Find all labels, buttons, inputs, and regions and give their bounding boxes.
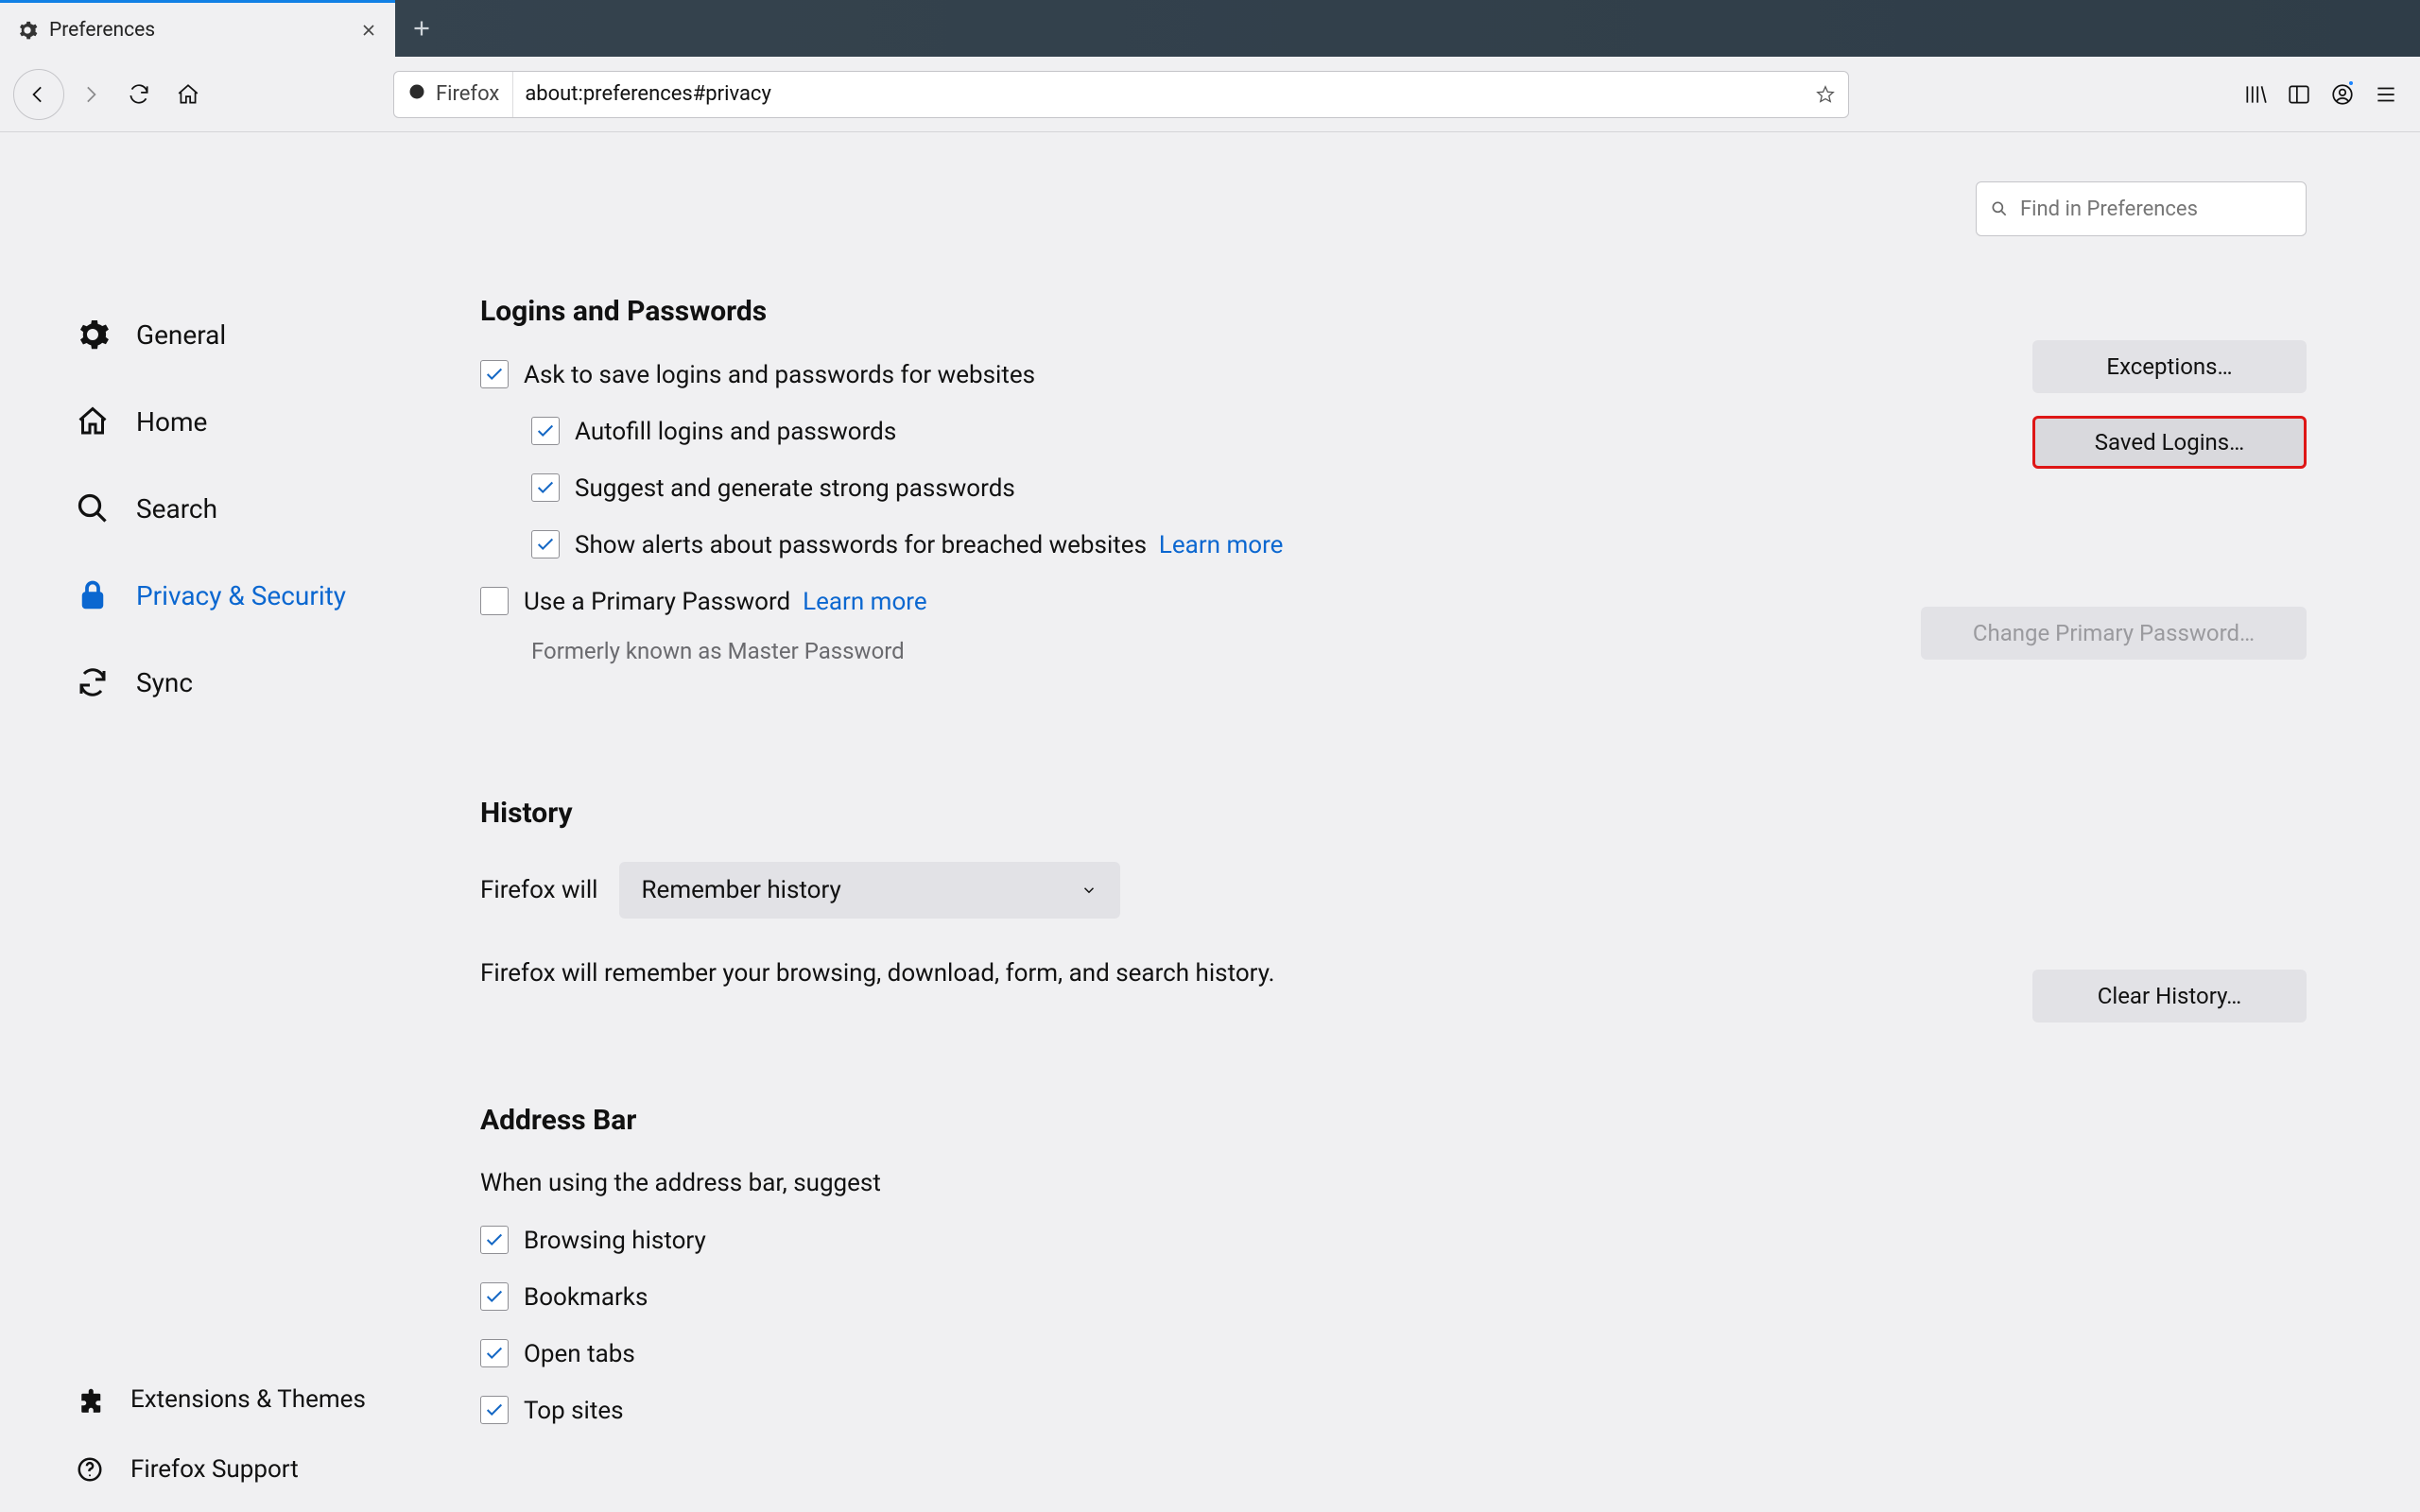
back-button[interactable] — [13, 69, 64, 120]
sidebar-item-privacy[interactable]: Privacy & Security — [76, 578, 461, 612]
sidebar-button[interactable] — [2278, 71, 2320, 118]
sidebar-item-label: Home — [136, 406, 207, 438]
ask-save-logins-label: Ask to save logins and passwords for web… — [524, 360, 1035, 390]
addressbar-heading: Address Bar — [480, 1104, 1671, 1137]
addressbar-subtitle: When using the address bar, suggest — [480, 1169, 1671, 1197]
home-icon — [76, 404, 110, 438]
breach-alerts-label: Show alerts about passwords for breached… — [575, 530, 1283, 560]
suggest-bookmarks-checkbox[interactable] — [480, 1282, 509, 1311]
primary-password-note: Formerly known as Master Password — [531, 638, 1671, 664]
history-will-label: Firefox will — [480, 876, 598, 904]
search-icon — [1990, 199, 2009, 218]
close-icon[interactable] — [361, 23, 376, 38]
sidebar-item-label: Sync — [136, 667, 193, 698]
suggest-top-sites-checkbox[interactable] — [480, 1396, 509, 1424]
history-mode-select[interactable]: Remember history — [619, 862, 1120, 919]
puzzle-icon — [76, 1385, 104, 1414]
suggest-top-sites-label: Top sites — [524, 1396, 624, 1426]
sidebar-item-support[interactable]: Firefox Support — [76, 1455, 461, 1484]
help-icon — [76, 1455, 104, 1484]
suggest-open-tabs-label: Open tabs — [524, 1339, 635, 1369]
gear-icon — [76, 318, 110, 352]
preferences-content: Exceptions… Saved Logins… Change Primary… — [480, 132, 2420, 1512]
chevron-down-icon — [1080, 882, 1098, 899]
lock-icon — [76, 578, 110, 612]
suggest-passwords-label: Suggest and generate strong passwords — [575, 473, 1015, 504]
tab-title: Preferences — [49, 19, 350, 42]
suggest-browsing-history-label: Browsing history — [524, 1226, 706, 1256]
library-button[interactable] — [2235, 71, 2276, 118]
reload-button[interactable] — [115, 71, 163, 118]
sidebar-item-label: Firefox Support — [130, 1455, 299, 1484]
new-tab-button[interactable] — [395, 0, 448, 57]
history-heading: History — [480, 797, 1671, 830]
breach-alerts-checkbox[interactable] — [531, 530, 560, 558]
sidebar-item-label: Extensions & Themes — [130, 1385, 366, 1414]
tab-strip: Preferences — [0, 0, 2420, 57]
suggest-browsing-history-checkbox[interactable] — [480, 1226, 509, 1254]
navigation-toolbar: Firefox — [0, 57, 2420, 132]
exceptions-button[interactable]: Exceptions… — [2032, 340, 2307, 393]
logins-heading: Logins and Passwords — [480, 295, 1671, 328]
sync-icon — [76, 665, 110, 699]
gear-icon — [17, 20, 38, 41]
suggest-open-tabs-checkbox[interactable] — [480, 1339, 509, 1367]
history-mode-value: Remember history — [642, 876, 841, 904]
history-description: Firefox will remember your browsing, dow… — [480, 956, 1388, 990]
identity-box[interactable]: Firefox — [394, 72, 513, 117]
find-input[interactable] — [2020, 198, 2292, 221]
notification-dot-icon — [2347, 79, 2355, 87]
ask-save-logins-checkbox[interactable] — [480, 360, 509, 388]
saved-logins-button[interactable]: Saved Logins… — [2032, 416, 2307, 469]
find-in-preferences[interactable] — [1976, 181, 2307, 236]
search-icon — [76, 491, 110, 525]
url-bar[interactable]: Firefox — [393, 71, 1849, 118]
sidebar-item-label: Search — [136, 493, 217, 524]
sidebar-item-sync[interactable]: Sync — [76, 665, 461, 699]
suggest-passwords-checkbox[interactable] — [531, 473, 560, 502]
sidebar-item-general[interactable]: General — [76, 318, 461, 352]
identity-label: Firefox — [436, 82, 499, 106]
primary-password-label: Use a Primary Password Learn more — [524, 587, 927, 617]
sidebar-item-search[interactable]: Search — [76, 491, 461, 525]
clear-history-button[interactable]: Clear History… — [2032, 970, 2307, 1022]
app-menu-button[interactable] — [2365, 71, 2407, 118]
autofill-logins-checkbox[interactable] — [531, 417, 560, 445]
home-button[interactable] — [164, 71, 212, 118]
tab-preferences[interactable]: Preferences — [0, 0, 395, 57]
preferences-sidebar: General Home Search Privacy & Security S… — [0, 132, 480, 1512]
forward-button — [66, 71, 113, 118]
account-button[interactable] — [2322, 71, 2363, 118]
primary-learn-more-link[interactable]: Learn more — [803, 588, 927, 616]
suggest-bookmarks-label: Bookmarks — [524, 1282, 648, 1313]
primary-password-checkbox[interactable] — [480, 587, 509, 615]
sidebar-item-extensions[interactable]: Extensions & Themes — [76, 1385, 461, 1414]
firefox-logo-icon — [407, 82, 426, 107]
change-primary-password-button: Change Primary Password… — [1921, 607, 2307, 660]
sidebar-item-label: General — [136, 319, 226, 351]
breach-learn-more-link[interactable]: Learn more — [1159, 531, 1284, 559]
url-input[interactable] — [513, 82, 1803, 106]
bookmark-star-button[interactable] — [1803, 72, 1848, 117]
sidebar-item-label: Privacy & Security — [136, 580, 346, 611]
autofill-logins-label: Autofill logins and passwords — [575, 417, 896, 447]
sidebar-item-home[interactable]: Home — [76, 404, 461, 438]
